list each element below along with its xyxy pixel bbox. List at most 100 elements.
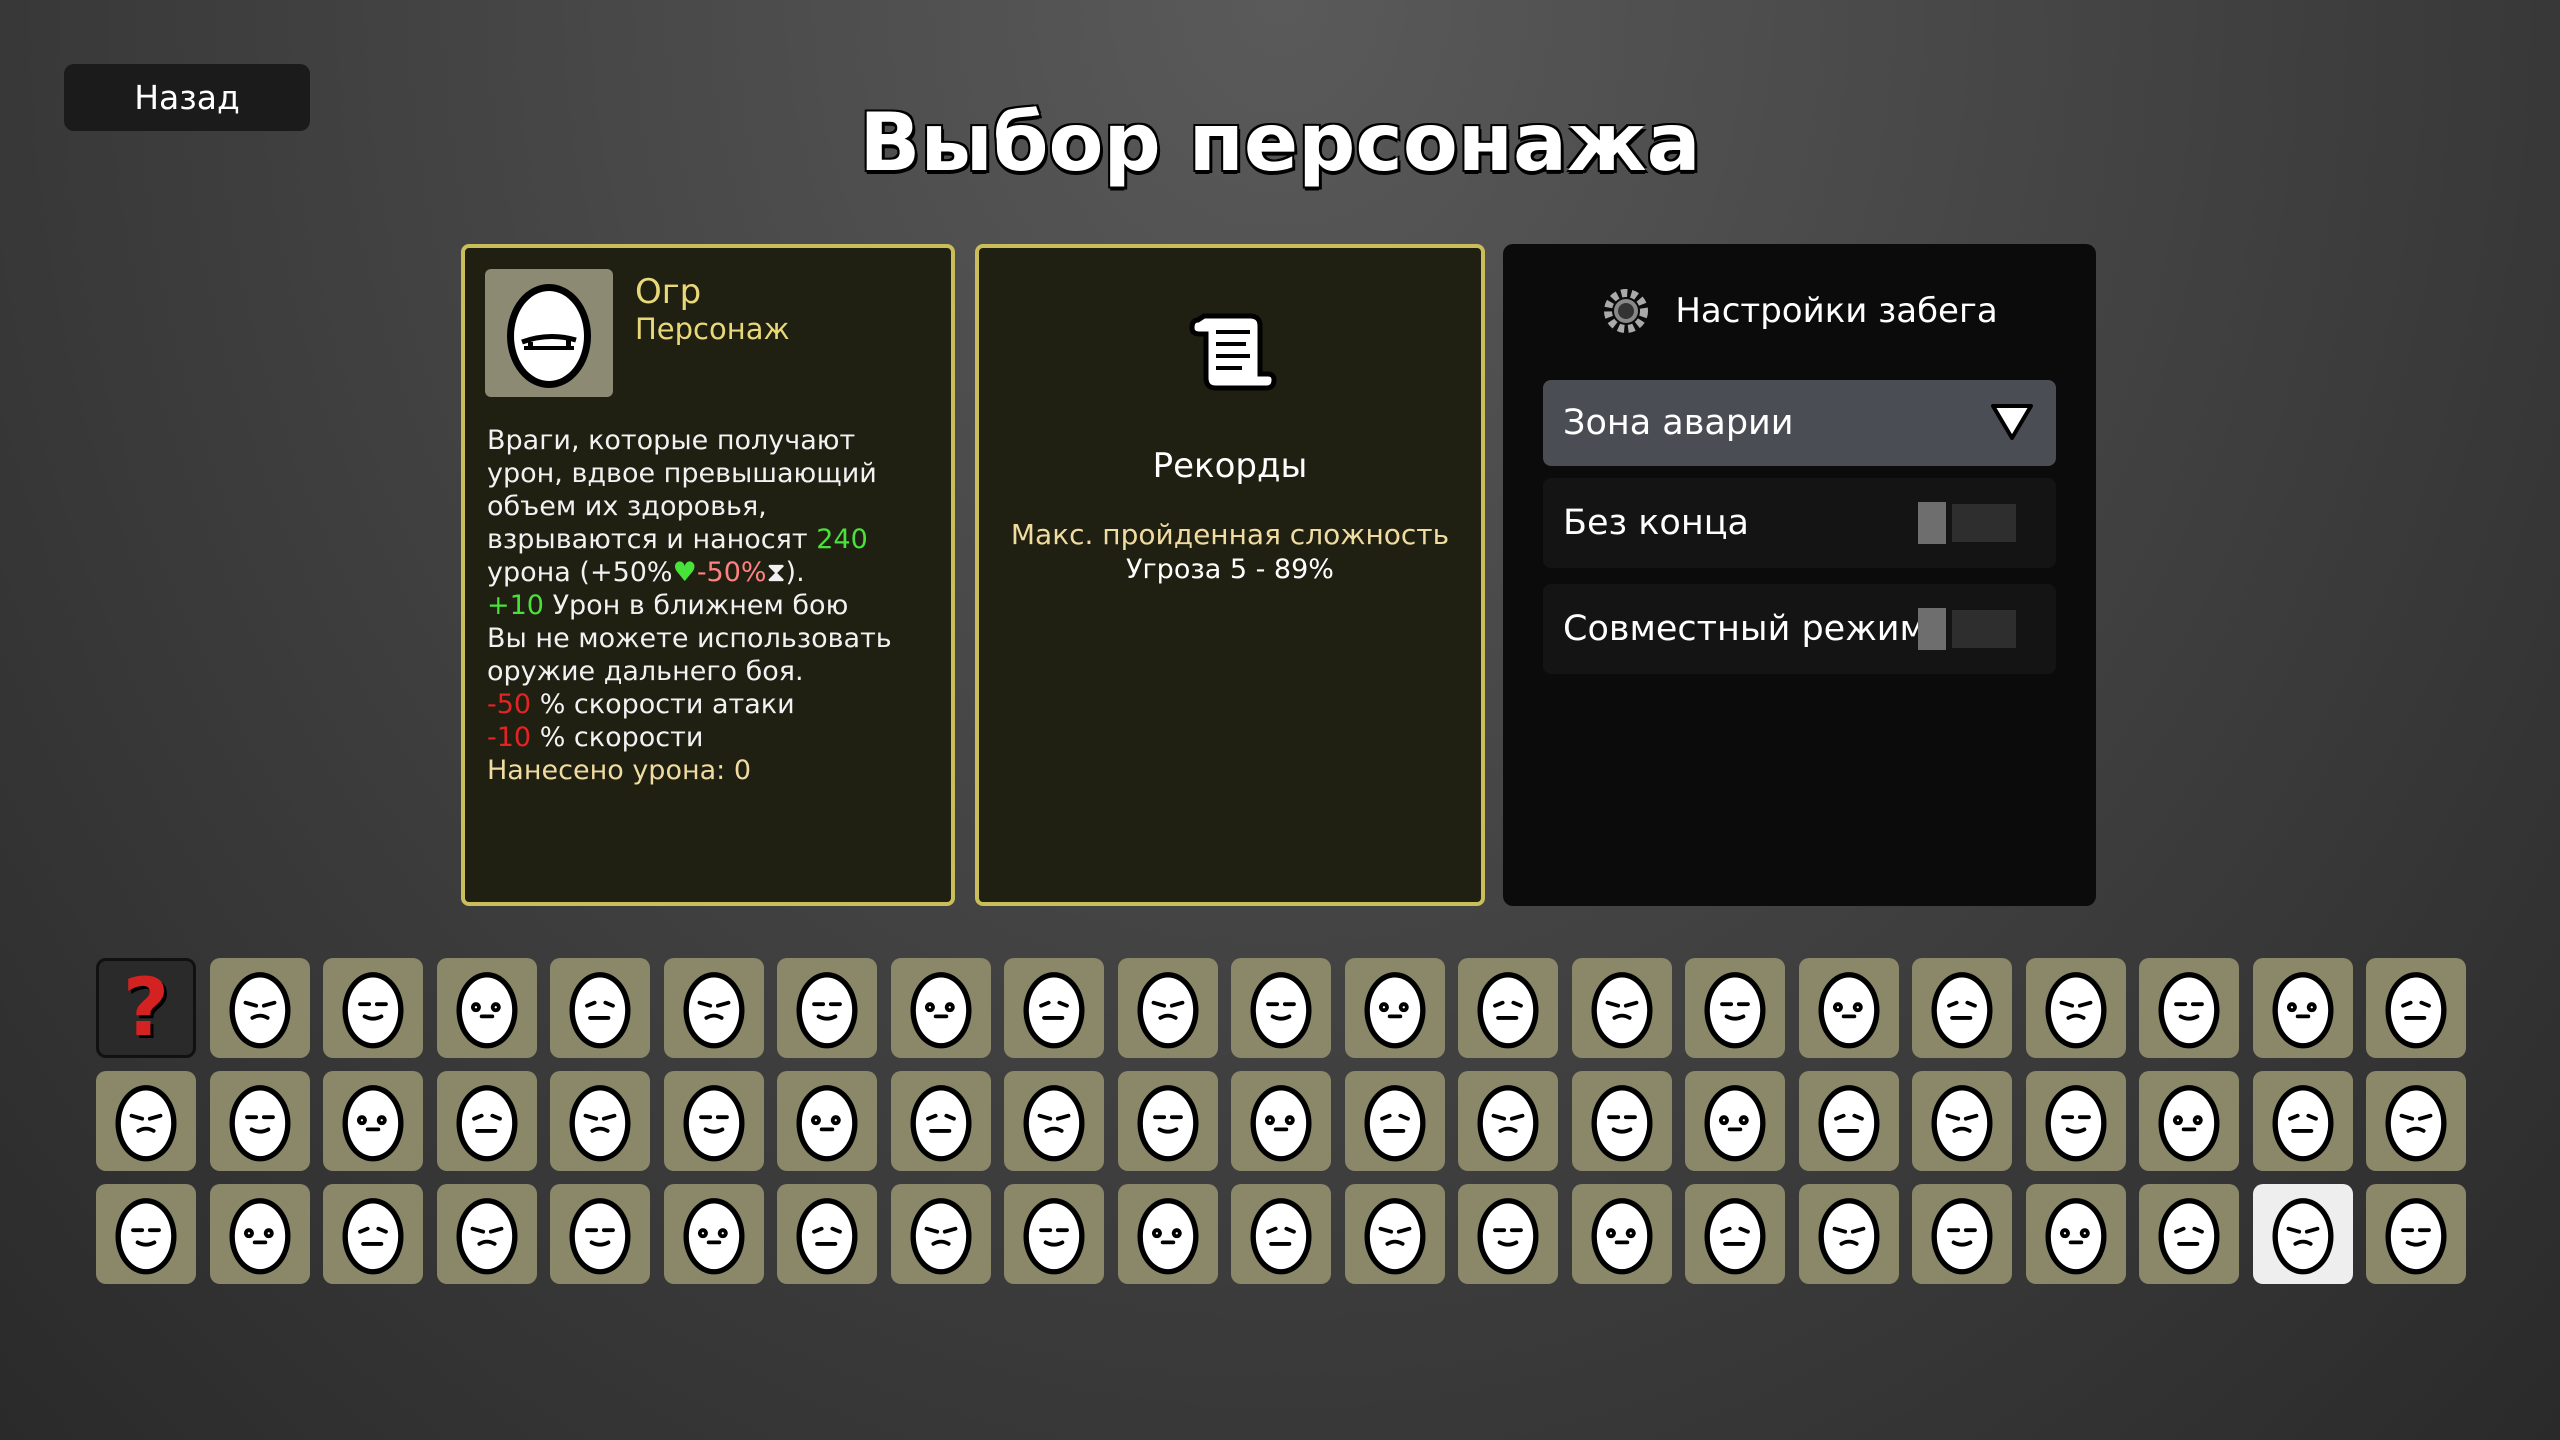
settings-header: Настройки забега [1503,286,2096,336]
endless-toggle[interactable] [1918,502,2018,544]
desc-text: % скорости [531,722,704,753]
character-slot[interactable] [96,1071,196,1171]
character-egg-icon [1817,1198,1880,1275]
character-slot[interactable] [1117,1184,1218,1284]
character-slot[interactable] [2366,1184,2466,1284]
character-egg-icon [1023,972,1085,1049]
character-slot[interactable] [2025,958,2126,1058]
character-slot-selected[interactable] [2252,1184,2353,1284]
character-slot[interactable] [1798,1184,1899,1284]
character-slot[interactable] [323,1071,423,1171]
character-slot[interactable] [2139,1071,2239,1171]
character-slot[interactable] [550,1071,650,1171]
ogre-egg-icon [507,284,591,388]
character-egg-icon [2044,1085,2107,1162]
character-slot[interactable] [663,1184,764,1284]
random-character-button[interactable]: ? [96,958,196,1058]
desc-line: +10 Урон в ближнем бою [487,589,947,622]
character-egg-icon [1704,1198,1766,1275]
character-slot[interactable] [777,1071,877,1171]
toggle-knob [1918,608,1946,650]
character-slot[interactable] [1798,958,1899,1058]
character-slot[interactable] [1231,958,1331,1058]
character-slot[interactable] [209,1184,310,1284]
character-slot[interactable] [96,1184,196,1284]
coop-toggle[interactable] [1918,608,2018,650]
character-egg-icon [455,1198,518,1275]
character-egg-icon [909,972,972,1049]
character-egg-icon [2044,972,2107,1049]
character-slot[interactable] [1912,1071,2012,1171]
character-egg-icon [682,1085,745,1162]
character-slot[interactable] [436,1071,537,1171]
character-egg-icon [1477,972,1539,1049]
character-egg-icon [2158,1085,2220,1162]
character-slot[interactable] [550,958,650,1058]
character-slot[interactable] [1458,1184,1558,1284]
character-slot[interactable] [2139,958,2239,1058]
character-egg-icon [1931,972,1993,1049]
character-slot[interactable] [663,958,764,1058]
character-slot[interactable] [1344,958,1445,1058]
character-slot[interactable] [1458,1071,1558,1171]
character-slot[interactable] [1685,1184,1785,1284]
character-slot[interactable] [1117,958,1218,1058]
character-slot[interactable] [663,1071,764,1171]
character-egg-icon [1817,972,1880,1049]
character-slot[interactable] [436,958,537,1058]
run-settings-panel: Настройки забега Зона аварии Без конца С… [1503,244,2096,906]
desc-text: % скорости атаки [531,689,795,720]
character-slot[interactable] [323,1184,423,1284]
character-slot[interactable] [2025,1071,2126,1171]
character-slot[interactable] [890,1184,991,1284]
character-egg-icon [342,972,404,1049]
character-slot[interactable] [1004,1071,1104,1171]
desc-text: ). [785,557,805,588]
character-slot[interactable] [1004,1184,1104,1284]
character-egg-icon [2385,972,2447,1049]
character-slot[interactable] [2025,1184,2126,1284]
character-slot[interactable] [1912,1184,2012,1284]
character-description: Враги, которые получают урон, вдвое прев… [487,424,947,787]
page-title: Выбор персонажа [859,96,1701,189]
character-slot[interactable] [1231,1071,1331,1171]
character-slot[interactable] [209,1071,310,1171]
character-egg-icon [796,972,858,1049]
character-slot[interactable] [1344,1184,1445,1284]
character-slot[interactable] [1912,958,2012,1058]
attack-speed-value: -50 [487,689,532,720]
character-slot[interactable] [1571,1071,1672,1171]
character-egg-icon [115,1085,177,1162]
character-slot[interactable] [1685,958,1785,1058]
character-slot[interactable] [1004,958,1104,1058]
character-slot[interactable] [1231,1184,1331,1284]
character-slot[interactable] [777,1184,877,1284]
character-slot[interactable] [2366,958,2466,1058]
character-slot[interactable] [550,1184,650,1284]
character-slot[interactable] [890,1071,991,1171]
gear-icon [1604,289,1649,333]
character-egg-icon [1023,1085,1085,1162]
character-slot[interactable] [777,958,877,1058]
character-slot[interactable] [323,958,423,1058]
character-slot[interactable] [1458,958,1558,1058]
desc-line: Вы не можете использовать [487,623,892,654]
character-slot[interactable] [436,1184,537,1284]
character-slot[interactable] [1344,1071,1445,1171]
character-slot[interactable] [2252,958,2353,1058]
character-slot[interactable] [890,958,991,1058]
character-slot[interactable] [1685,1071,1785,1171]
character-slot[interactable] [1117,1071,1218,1171]
character-egg-icon [1250,1198,1312,1275]
character-slot[interactable] [209,958,310,1058]
character-egg-icon [1023,1198,1085,1275]
zone-dropdown[interactable]: Зона аварии [1543,380,2056,466]
character-slot[interactable] [2252,1071,2353,1171]
character-egg-icon [1704,972,1766,1049]
character-slot[interactable] [1571,1184,1672,1284]
character-slot[interactable] [1798,1071,1899,1171]
character-slot[interactable] [2139,1184,2239,1284]
character-slot[interactable] [2366,1071,2466,1171]
character-slot[interactable] [1571,958,1672,1058]
character-egg-icon [2271,1085,2334,1162]
